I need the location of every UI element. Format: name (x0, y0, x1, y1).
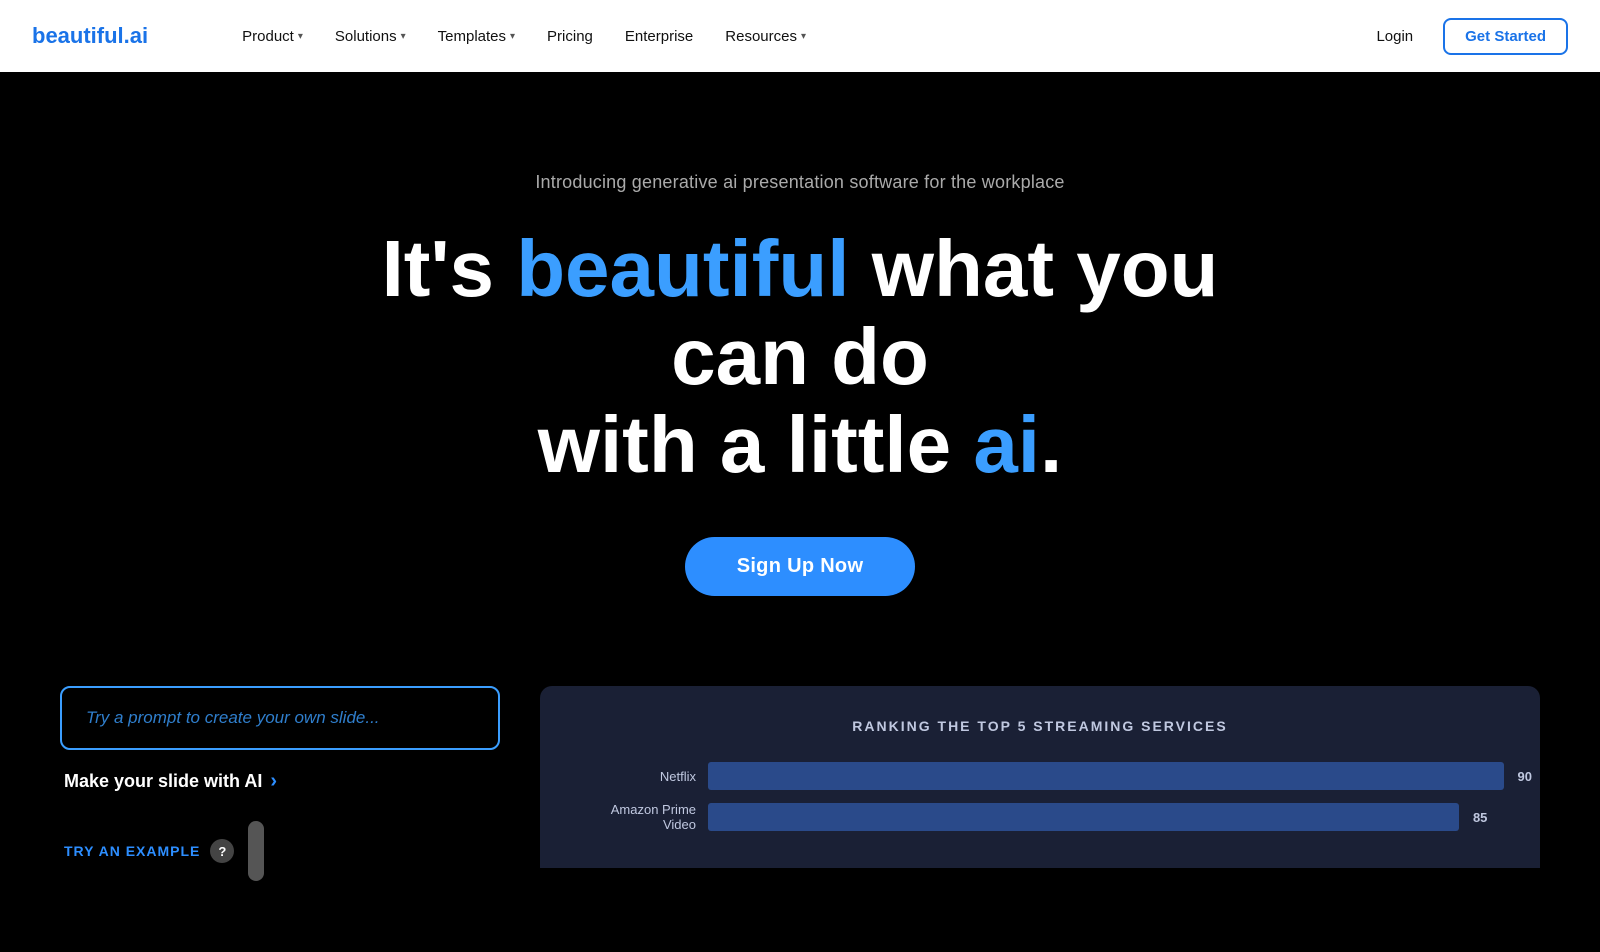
chart-bar-amazon: 85 (708, 803, 1459, 831)
nav-item-resources[interactable]: Resources ▾ (711, 20, 820, 53)
make-slide-label: Make your slide with AI (64, 771, 262, 792)
chart-title: RANKING THE TOP 5 STREAMING SERVICES (576, 718, 1504, 734)
chevron-down-icon: ▾ (401, 31, 406, 42)
chevron-down-icon: ▾ (801, 31, 806, 42)
nav-label-solutions: Solutions (335, 28, 397, 45)
login-button[interactable]: Login (1362, 20, 1427, 53)
get-started-button[interactable]: Get Started (1443, 18, 1568, 55)
chart-value-amazon: 85 (1473, 810, 1487, 825)
nav-label-pricing: Pricing (547, 28, 593, 45)
nav-label-product: Product (242, 28, 294, 45)
bottom-section: Make your slide with AI › TRY AN EXAMPLE… (0, 676, 1600, 881)
chart-bar-netflix: 90 (708, 762, 1504, 790)
make-slide-arrow-icon: › (270, 770, 277, 793)
logo[interactable]: beautiful.ai (32, 23, 188, 49)
prompt-input-wrapper (60, 686, 500, 750)
headline-blue1: beautiful (516, 224, 849, 313)
left-panel: Make your slide with AI › TRY AN EXAMPLE… (60, 686, 540, 881)
prompt-input[interactable] (86, 708, 474, 728)
make-slide-row: Make your slide with AI › (60, 770, 500, 793)
help-icon[interactable]: ? (210, 839, 234, 863)
scroll-handle[interactable] (248, 821, 264, 881)
navbar: beautiful.ai Product ▾ Solutions ▾ Templ… (0, 0, 1600, 72)
nav-item-enterprise[interactable]: Enterprise (611, 20, 707, 53)
nav-label-templates: Templates (438, 28, 506, 45)
chart-row-netflix: Netflix 90 (576, 762, 1504, 790)
nav-item-templates[interactable]: Templates ▾ (424, 20, 529, 53)
nav-label-enterprise: Enterprise (625, 28, 693, 45)
nav-item-solutions[interactable]: Solutions ▾ (321, 20, 420, 53)
nav-right: Login Get Started (1362, 18, 1568, 55)
hero-section: Introducing generative ai presentation s… (0, 72, 1600, 676)
signup-button[interactable]: Sign Up Now (685, 537, 916, 596)
hero-headline: It's beautiful what you can do with a li… (350, 225, 1250, 489)
nav-label-resources: Resources (725, 28, 797, 45)
chevron-down-icon: ▾ (510, 31, 515, 42)
nav-item-pricing[interactable]: Pricing (533, 20, 607, 53)
chart-label-amazon: Amazon Prime Video (576, 802, 696, 832)
nav-item-product[interactable]: Product ▾ (228, 20, 317, 53)
chevron-down-icon: ▾ (298, 31, 303, 42)
logo-ai: ai (130, 23, 148, 48)
try-example-row: TRY AN EXAMPLE ? (60, 821, 500, 881)
logo-dot: . (124, 23, 130, 48)
chart-row-amazon: Amazon Prime Video 85 (576, 802, 1504, 832)
headline-part3: with a little (538, 400, 974, 489)
headline-part4: . (1040, 400, 1062, 489)
hero-subtitle: Introducing generative ai presentation s… (535, 172, 1064, 193)
chart-bar-container-netflix: 90 (708, 762, 1504, 790)
chart-panel: RANKING THE TOP 5 STREAMING SERVICES Net… (540, 686, 1540, 868)
try-example-button[interactable]: TRY AN EXAMPLE (64, 843, 200, 859)
chart-bar-container-amazon: 85 (708, 803, 1504, 831)
nav-links: Product ▾ Solutions ▾ Templates ▾ Pricin… (228, 20, 1362, 53)
chart-label-netflix: Netflix (576, 769, 696, 784)
logo-text: beautiful (32, 23, 124, 48)
chart-value-netflix: 90 (1518, 769, 1532, 784)
headline-part1: It's (382, 224, 517, 313)
headline-blue2: ai (973, 400, 1040, 489)
